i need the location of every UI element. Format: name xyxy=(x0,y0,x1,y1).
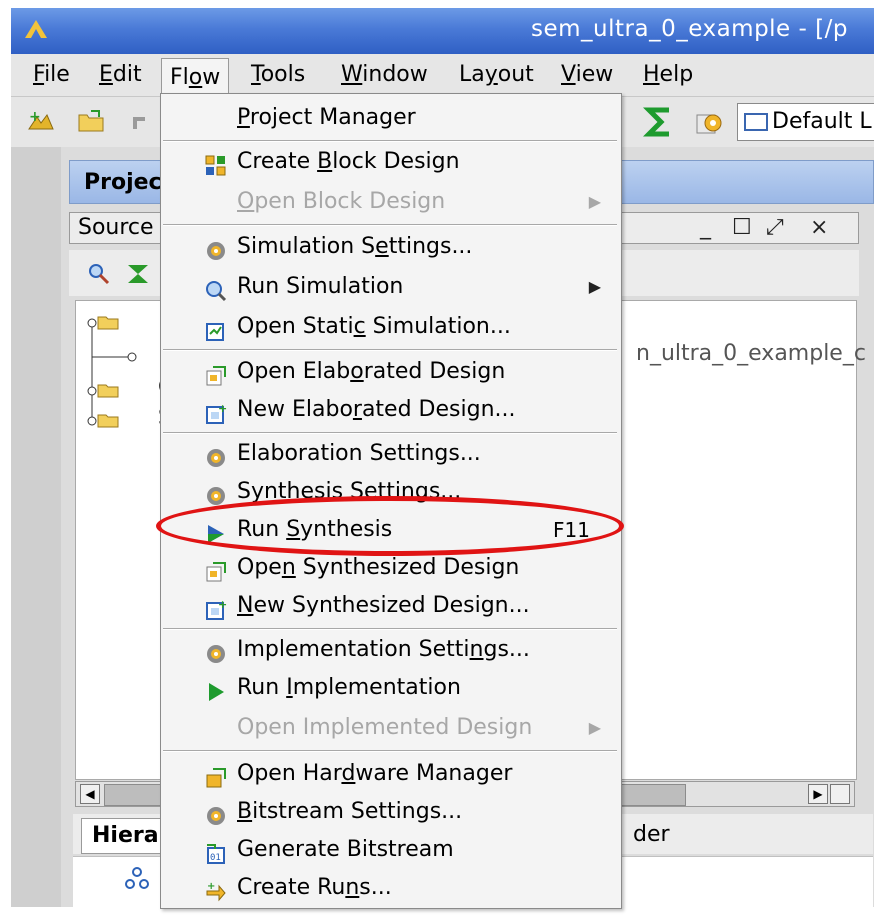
block-design-icon xyxy=(205,152,227,176)
menu-item-open-elaborated-design[interactable]: Open Elaborated Design xyxy=(161,353,619,391)
menu-view[interactable]: View xyxy=(561,62,613,87)
sources-label: Source xyxy=(78,215,154,240)
menu-item-open-static-simulation[interactable]: Open Static Simulation... xyxy=(161,308,619,346)
gear-icon xyxy=(205,640,227,663)
menu-item-open-synthesized-design[interactable]: Open Synthesized Design xyxy=(161,549,619,587)
menu-separator xyxy=(163,140,617,142)
left-side-strip xyxy=(11,147,61,907)
menu-item-open-implemented-design: Open Implemented Design ▶ xyxy=(161,709,619,747)
minimize-icon[interactable]: _ xyxy=(700,213,711,243)
menu-item-run-simulation[interactable]: Run Simulation ▶ xyxy=(161,268,619,306)
menu-separator xyxy=(163,224,617,226)
sigma-report-icon[interactable] xyxy=(642,105,677,143)
layout-selector[interactable]: Default L xyxy=(737,103,874,141)
menu-item-new-synthesized-design[interactable]: + New Synthesized Design... xyxy=(161,587,619,625)
shortcut-label: F11 xyxy=(553,518,590,542)
tree-connectors xyxy=(87,316,137,428)
svg-text:+: + xyxy=(218,403,227,415)
hardware-manager-icon xyxy=(205,764,227,788)
gear-icon xyxy=(205,802,227,825)
menu-item-implementation-settings[interactable]: Implementation Settings... xyxy=(161,631,619,669)
hierarchy-icon[interactable] xyxy=(125,867,149,893)
gear-icon xyxy=(205,237,227,260)
menu-item-project-manager[interactable]: Project Manager xyxy=(161,99,619,137)
scroll-corner-icon xyxy=(830,784,850,804)
float-icon[interactable]: ⤢ xyxy=(766,213,784,243)
svg-text:01: 01 xyxy=(210,853,221,863)
settings-gear-icon[interactable] xyxy=(695,109,725,141)
menu-item-create-runs[interactable]: + Create Runs... xyxy=(161,869,619,907)
menu-item-open-hardware-manager[interactable]: Open Hardware Manager xyxy=(161,755,619,793)
submenu-arrow-icon: ▶ xyxy=(588,277,601,296)
play-icon xyxy=(205,678,227,701)
menu-flow[interactable]: Flow xyxy=(161,58,230,97)
menu-item-run-synthesis[interactable]: Run Synthesis F11 xyxy=(161,511,619,549)
collapse-all-icon[interactable] xyxy=(125,262,151,290)
tab-compile-order[interactable]: der xyxy=(633,818,670,852)
menu-item-synthesis-settings[interactable]: Synthesis Settings... xyxy=(161,473,619,511)
menu-item-simulation-settings[interactable]: Simulation Settings... xyxy=(161,228,619,266)
menu-item-open-block-design: Open Block Design ▶ xyxy=(161,183,619,221)
undo-icon[interactable] xyxy=(131,111,151,139)
flow-menu: Project Manager Create Block Design Open… xyxy=(160,93,622,909)
scroll-right-icon[interactable]: ▶ xyxy=(808,784,828,804)
layout-selector-label: Default L xyxy=(772,109,872,134)
menu-item-create-block-design[interactable]: Create Block Design xyxy=(161,143,619,181)
open-project-icon[interactable] xyxy=(77,109,107,139)
create-runs-icon: + xyxy=(205,878,227,902)
menu-item-run-implementation[interactable]: Run Implementation xyxy=(161,669,619,707)
new-design-icon: + xyxy=(205,400,227,424)
menu-separator xyxy=(163,432,617,434)
tree-item-top-module[interactable]: n_ultra_0_example_c xyxy=(636,341,866,366)
maximize-icon[interactable]: ☐ xyxy=(732,213,752,243)
close-icon[interactable]: × xyxy=(810,213,828,243)
menu-help[interactable]: Help xyxy=(643,62,693,87)
menu-edit[interactable]: Edit xyxy=(99,62,142,87)
menu-item-elaboration-settings[interactable]: Elaboration Settings... xyxy=(161,435,619,473)
bitstream-icon: 01 xyxy=(205,840,227,864)
new-design-icon: + xyxy=(205,596,227,620)
simulation-icon xyxy=(205,277,227,302)
menu-bar: File Edit Flow Tools Window Layout View … xyxy=(11,54,874,97)
open-design-icon xyxy=(205,362,227,386)
svg-text:+: + xyxy=(218,599,227,611)
svg-text:+: + xyxy=(29,109,41,125)
window-title: sem_ultra_0_example - [/p xyxy=(531,16,848,42)
submenu-arrow-icon: ▶ xyxy=(588,192,601,211)
menu-separator xyxy=(163,750,617,752)
run-synthesis-icon xyxy=(205,520,227,543)
gear-icon xyxy=(205,482,227,505)
menu-separator xyxy=(163,349,617,351)
menu-item-bitstream-settings[interactable]: Bitstream Settings... xyxy=(161,793,619,831)
submenu-arrow-icon: ▶ xyxy=(588,718,601,737)
search-icon[interactable] xyxy=(87,262,111,290)
menu-layout[interactable]: Layout xyxy=(459,62,534,87)
menu-separator xyxy=(163,628,617,630)
svg-text:+: + xyxy=(207,881,215,892)
gear-icon xyxy=(205,444,227,467)
static-simulation-icon xyxy=(205,317,227,341)
menu-tools[interactable]: Tools xyxy=(251,62,305,87)
new-project-icon[interactable]: + xyxy=(27,109,55,139)
menu-file[interactable]: File xyxy=(33,62,70,87)
menu-item-new-elaborated-design[interactable]: + New Elaborated Design... xyxy=(161,391,619,429)
menu-window[interactable]: Window xyxy=(341,62,428,87)
layout-icon xyxy=(744,113,768,131)
open-design-icon xyxy=(205,558,227,582)
scroll-left-icon[interactable]: ◀ xyxy=(80,784,100,804)
title-bar[interactable]: sem_ultra_0_example - [/p xyxy=(11,8,874,54)
xilinx-logo-icon xyxy=(23,16,49,46)
menu-item-generate-bitstream[interactable]: 01 Generate Bitstream xyxy=(161,831,619,869)
